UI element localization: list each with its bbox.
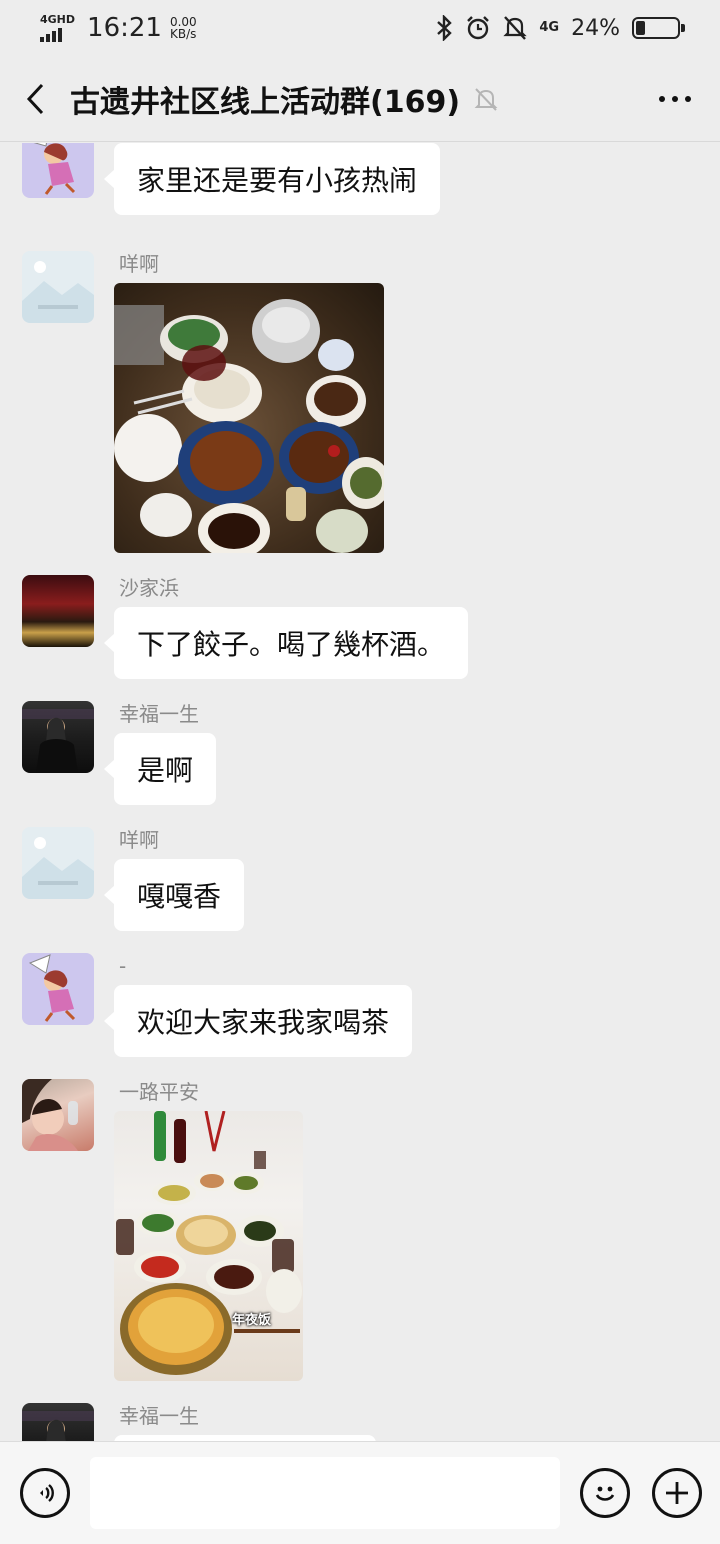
clock: 16:21: [87, 13, 162, 43]
sender-name: 咩啊: [119, 252, 159, 276]
sender-name: 一路平安: [119, 1080, 199, 1104]
image-placeholder-icon: [22, 251, 94, 323]
child-portrait-icon: [22, 1079, 78, 1151]
cartoon-avatar[interactable]: [22, 143, 94, 198]
night-person-avatar[interactable]: [22, 701, 94, 773]
sender-name: 沙家浜: [119, 576, 179, 600]
more-dot: [672, 95, 678, 102]
battery-icon: [632, 17, 685, 39]
smiley-icon: [595, 1486, 615, 1501]
battery-level: [636, 21, 645, 35]
message-input[interactable]: [90, 1457, 560, 1529]
person-silhouette-icon: [22, 1411, 94, 1441]
photo-caption: 年夜饭: [232, 1313, 272, 1328]
network-type: 4GHD: [40, 13, 76, 26]
message-row: 咩啊 嘎嘎香: [22, 827, 702, 931]
network-speed: 0.00 KB/s: [170, 16, 197, 40]
voice-icon: [40, 1484, 54, 1502]
battery-percent: 24%: [571, 15, 620, 41]
cartoon-girl-icon: [28, 954, 76, 1022]
more-dot: [685, 95, 691, 102]
more-options-button[interactable]: [630, 56, 720, 142]
chat-title: 古遗井社区线上活动群(169): [70, 84, 461, 120]
message-row: - 欢迎大家来我家喝茶: [22, 953, 702, 1057]
message-bubble[interactable]: 下了餃子。喝了幾杯酒。: [103, 607, 469, 679]
message-row: 一路平安 年夜饭: [22, 1079, 702, 1381]
message-list[interactable]: 家里还是要有小孩热闹 咩啊 沙家浜 下了餃子。喝了幾杯酒。 幸福一生 是啊 咩啊…: [0, 143, 720, 1441]
signal-icon: [40, 28, 62, 42]
sender-name: -: [119, 954, 127, 978]
dinner-table-photo[interactable]: [114, 283, 384, 553]
placeholder-avatar[interactable]: [22, 827, 94, 899]
cartoon-girl-icon: [33, 143, 76, 195]
message-text: 下了餃子。喝了幾杯酒。: [137, 628, 446, 661]
network-indicator: 4GHD: [40, 14, 75, 42]
chat-header: 古遗井社区线上活动群(169): [0, 56, 720, 142]
night-person-avatar[interactable]: [22, 1403, 94, 1441]
message-text: 家里还是要有小孩热闹: [137, 164, 418, 197]
voice-input-button[interactable]: [20, 1468, 70, 1518]
sender-name: 咩啊: [119, 828, 159, 852]
sender-name: 幸福一生: [119, 702, 199, 726]
add-more-button[interactable]: [652, 1468, 702, 1518]
mute-notification-icon: [503, 16, 528, 40]
message-bubble[interactable]: 欢迎大家来我家喝茶: [103, 985, 413, 1057]
input-bar: [0, 1441, 720, 1544]
status-bar: 4GHD 16:21 0.00 KB/s 4G 24%: [0, 0, 720, 56]
message-text: 欢迎大家来我家喝茶: [137, 1006, 390, 1039]
new-year-dinner-photo[interactable]: 年夜饭: [114, 1111, 303, 1381]
bluetooth-icon: [437, 15, 453, 41]
back-button[interactable]: [0, 56, 70, 142]
plus-icon: [666, 1482, 688, 1504]
message-bubble[interactable]: 是啊: [103, 733, 217, 805]
child-avatar[interactable]: [22, 1079, 94, 1151]
chevron-left-icon: [26, 83, 44, 114]
message-row: 沙家浜 下了餃子。喝了幾杯酒。: [22, 575, 702, 679]
message-row: 家里还是要有小孩热闹: [22, 143, 702, 226]
sender-name: 幸福一生: [119, 1404, 199, 1428]
message-row: 咩啊: [22, 251, 702, 553]
message-text: 嘎嘎香: [137, 880, 222, 913]
speed-unit: KB/s: [169, 27, 197, 41]
cell-type: 4G: [539, 20, 560, 35]
message-row: 幸福一生: [22, 1403, 702, 1441]
message-bubble[interactable]: 嘎嘎香: [103, 859, 245, 931]
person-silhouette-icon: [22, 709, 94, 773]
more-dot: [659, 95, 665, 102]
muted-bell-icon: [474, 87, 498, 111]
emoji-button[interactable]: [580, 1468, 630, 1518]
placeholder-avatar[interactable]: [22, 251, 94, 323]
feast-dishes-illustration: [116, 1111, 302, 1375]
alarm-icon: [467, 16, 490, 40]
dinner-dishes-illustration: [114, 299, 384, 553]
image-placeholder-icon: [22, 827, 94, 899]
cartoon-avatar[interactable]: [22, 953, 94, 1025]
message-text: 是啊: [137, 754, 194, 787]
message-bubble[interactable]: 家里还是要有小孩热闹: [103, 143, 441, 215]
message-row: 幸福一生 是啊: [22, 701, 702, 805]
night-scene-avatar[interactable]: [22, 575, 94, 647]
